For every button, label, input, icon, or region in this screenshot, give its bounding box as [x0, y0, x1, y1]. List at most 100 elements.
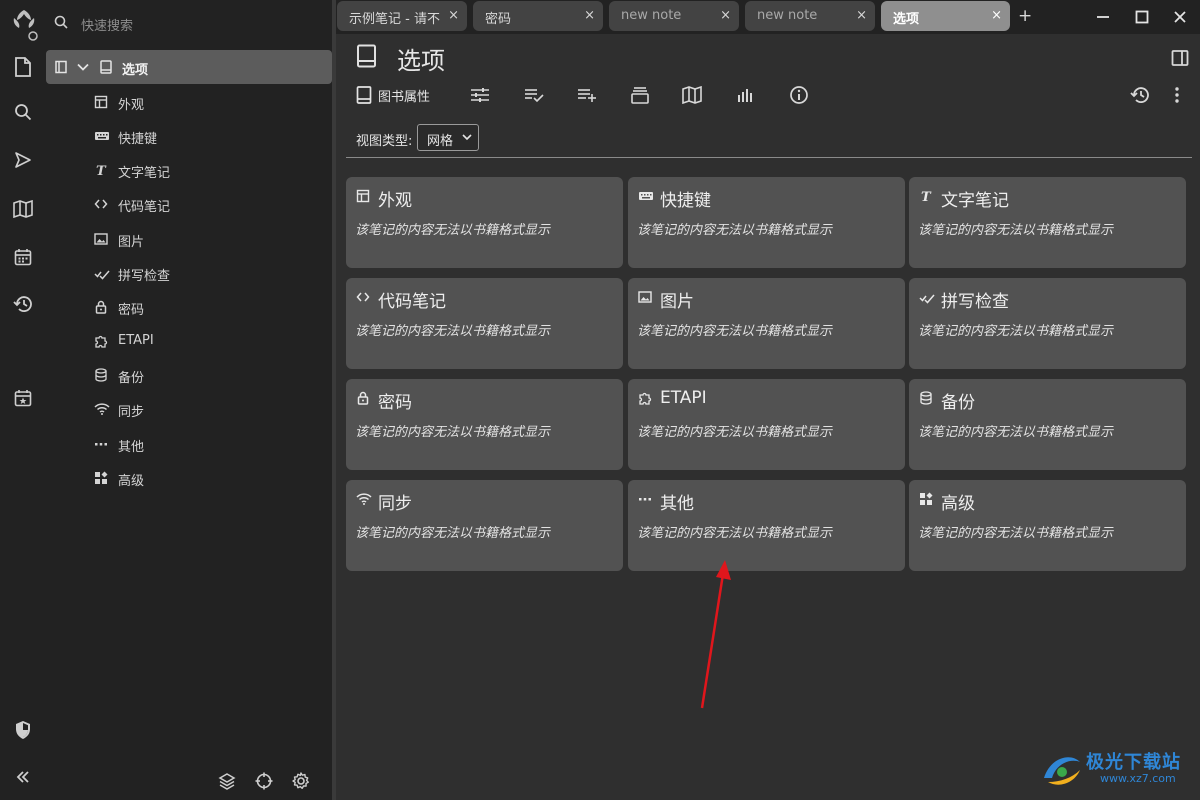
calendar-icon[interactable] — [11, 245, 35, 269]
tree-item-text-notes[interactable]: T 文字笔记 — [94, 158, 324, 182]
card-appearance[interactable]: 外观 该笔记的内容无法以书籍格式显示 — [346, 177, 623, 268]
tree-item-backup[interactable]: 备份 — [94, 363, 324, 387]
window-close-icon[interactable] — [1171, 8, 1189, 26]
new-tab-button[interactable]: + — [1018, 6, 1032, 26]
card-code-notes[interactable]: 代码笔记 该笔记的内容无法以书籍格式显示 — [346, 278, 623, 369]
card-description: 该笔记的内容无法以书籍格式显示 — [918, 526, 1114, 541]
card-description: 该笔记的内容无法以书籍格式显示 — [918, 223, 1114, 238]
tree-item-other[interactable]: 其他 — [94, 432, 324, 456]
svg-text:T: T — [96, 164, 107, 177]
tree-item-label: 其他 — [118, 440, 145, 455]
minimize-icon[interactable] — [1094, 8, 1112, 26]
tree-item-etapi[interactable]: ETAPI — [94, 329, 324, 353]
history-icon[interactable] — [1130, 84, 1150, 106]
inbox-icon[interactable] — [630, 84, 650, 106]
card-images[interactable]: 图片 该笔记的内容无法以书籍格式显示 — [628, 278, 905, 369]
more-vertical-icon[interactable] — [1173, 84, 1181, 106]
more-icon — [94, 437, 108, 451]
card-sync[interactable]: 同步 该笔记的内容无法以书籍格式显示 — [346, 480, 623, 571]
tree-item-sync[interactable]: 同步 — [94, 397, 324, 421]
code-icon — [94, 197, 108, 211]
view-type-select[interactable]: 网格 — [417, 124, 479, 151]
note-title[interactable]: 选项 — [397, 41, 445, 76]
close-icon[interactable]: × — [856, 9, 867, 23]
close-icon[interactable]: × — [991, 9, 1002, 23]
book-properties-tab[interactable]: 图书属性 — [356, 84, 430, 106]
jump-to-icon[interactable] — [11, 148, 35, 172]
checklist-icon[interactable] — [524, 84, 544, 106]
tree-item-label: 密码 — [118, 303, 145, 318]
protected-session-icon[interactable] — [11, 718, 35, 742]
database-icon — [94, 368, 108, 382]
more-icon — [638, 492, 652, 506]
card-description: 该笔记的内容无法以书籍格式显示 — [637, 425, 833, 440]
tree-item-label: 拼写检查 — [118, 269, 171, 284]
card-etapi[interactable]: ETAPI 该笔记的内容无法以书籍格式显示 — [628, 379, 905, 470]
tree-item-password[interactable]: 密码 — [94, 295, 324, 319]
tab-label: 密码 — [485, 12, 512, 27]
close-icon[interactable]: × — [448, 9, 459, 23]
card-spellcheck[interactable]: 拼写检查 该笔记的内容无法以书籍格式显示 — [909, 278, 1186, 369]
map-icon[interactable] — [11, 197, 35, 221]
card-title: 同步 — [378, 494, 412, 514]
tab-label: new note — [757, 8, 818, 23]
ribbon-toolbar: 图书属性 — [346, 80, 1192, 110]
card-password[interactable]: 密码 该笔记的内容无法以书籍格式显示 — [346, 379, 623, 470]
tab-sample-notes[interactable]: 示例笔记 - 请不 × — [337, 1, 467, 31]
site-watermark: 极光下载站 www.xz7.com — [1040, 744, 1190, 796]
card-description: 该笔记的内容无法以书籍格式显示 — [637, 324, 833, 339]
tree-root-options[interactable]: 选项 — [46, 50, 332, 84]
tree-item-label: 快捷键 — [118, 132, 158, 147]
bar-chart-icon[interactable] — [736, 84, 754, 106]
tab-new-note[interactable]: new note × — [609, 1, 739, 31]
card-text-notes[interactable]: T 文字笔记 该笔记的内容无法以书籍格式显示 — [909, 177, 1186, 268]
note-tree-panel: 快速搜索 选项 外观 快捷键 T 文字笔记 代码笔记 图片 拼写检查 密码 ET… — [46, 0, 333, 800]
tab-new-note-2[interactable]: new note × — [745, 1, 875, 31]
tree-item-label: 外观 — [118, 98, 145, 113]
tree-item-label: 文字笔记 — [118, 166, 171, 181]
book-open-icon — [54, 60, 68, 74]
panel-splitter[interactable] — [332, 0, 336, 800]
quick-search-input[interactable]: 快速搜索 — [81, 15, 133, 34]
toggle-right-pane-icon[interactable] — [1171, 49, 1189, 67]
card-backup[interactable]: 备份 该笔记的内容无法以书籍格式显示 — [909, 379, 1186, 470]
card-description: 该笔记的内容无法以书籍格式显示 — [355, 223, 551, 238]
layers-icon[interactable] — [216, 770, 238, 792]
svg-text:T: T — [921, 190, 932, 203]
watermark-title: 极光下载站 — [1086, 752, 1181, 773]
new-note-icon[interactable] — [11, 55, 35, 79]
crosshair-icon[interactable] — [253, 770, 275, 792]
tree-item-images[interactable]: 图片 — [94, 227, 324, 251]
card-shortcuts[interactable]: 快捷键 该笔记的内容无法以书籍格式显示 — [628, 177, 905, 268]
gear-icon[interactable] — [290, 770, 312, 792]
info-icon[interactable] — [789, 84, 809, 106]
card-advanced[interactable]: 高级 该笔记的内容无法以书籍格式显示 — [909, 480, 1186, 571]
tree-item-appearance[interactable]: 外观 — [94, 90, 324, 114]
tab-label: 选项 — [893, 12, 920, 27]
chevron-down-icon[interactable] — [76, 60, 90, 74]
tab-password[interactable]: 密码 × — [473, 1, 603, 31]
settings-sliders-icon[interactable] — [470, 84, 490, 106]
card-title: 图片 — [660, 292, 694, 312]
today-calendar-icon[interactable] — [11, 386, 35, 410]
tree-item-advanced[interactable]: 高级 — [94, 466, 324, 490]
tab-options-active[interactable]: 选项 × — [881, 1, 1010, 31]
lock-icon — [356, 391, 370, 405]
view-type-label: 视图类型: — [356, 134, 413, 149]
wifi-icon — [94, 402, 110, 416]
close-icon[interactable]: × — [584, 9, 595, 23]
search-icon[interactable] — [11, 100, 35, 124]
add-to-list-icon[interactable] — [577, 84, 597, 106]
close-icon[interactable]: × — [720, 9, 731, 23]
app-logo[interactable] — [8, 6, 40, 42]
maximize-icon[interactable] — [1133, 8, 1151, 26]
tree-item-code-notes[interactable]: 代码笔记 — [94, 192, 324, 216]
card-description: 该笔记的内容无法以书籍格式显示 — [355, 425, 551, 440]
collapse-sidebar-icon[interactable] — [11, 765, 35, 789]
tree-item-shortcuts[interactable]: 快捷键 — [94, 124, 324, 148]
tree-item-spellcheck[interactable]: 拼写检查 — [94, 261, 324, 285]
recent-history-icon[interactable] — [11, 292, 35, 316]
card-other[interactable]: 其他 该笔记的内容无法以书籍格式显示 — [628, 480, 905, 571]
map-icon[interactable] — [682, 84, 702, 106]
quick-search[interactable]: 快速搜索 — [46, 8, 333, 38]
